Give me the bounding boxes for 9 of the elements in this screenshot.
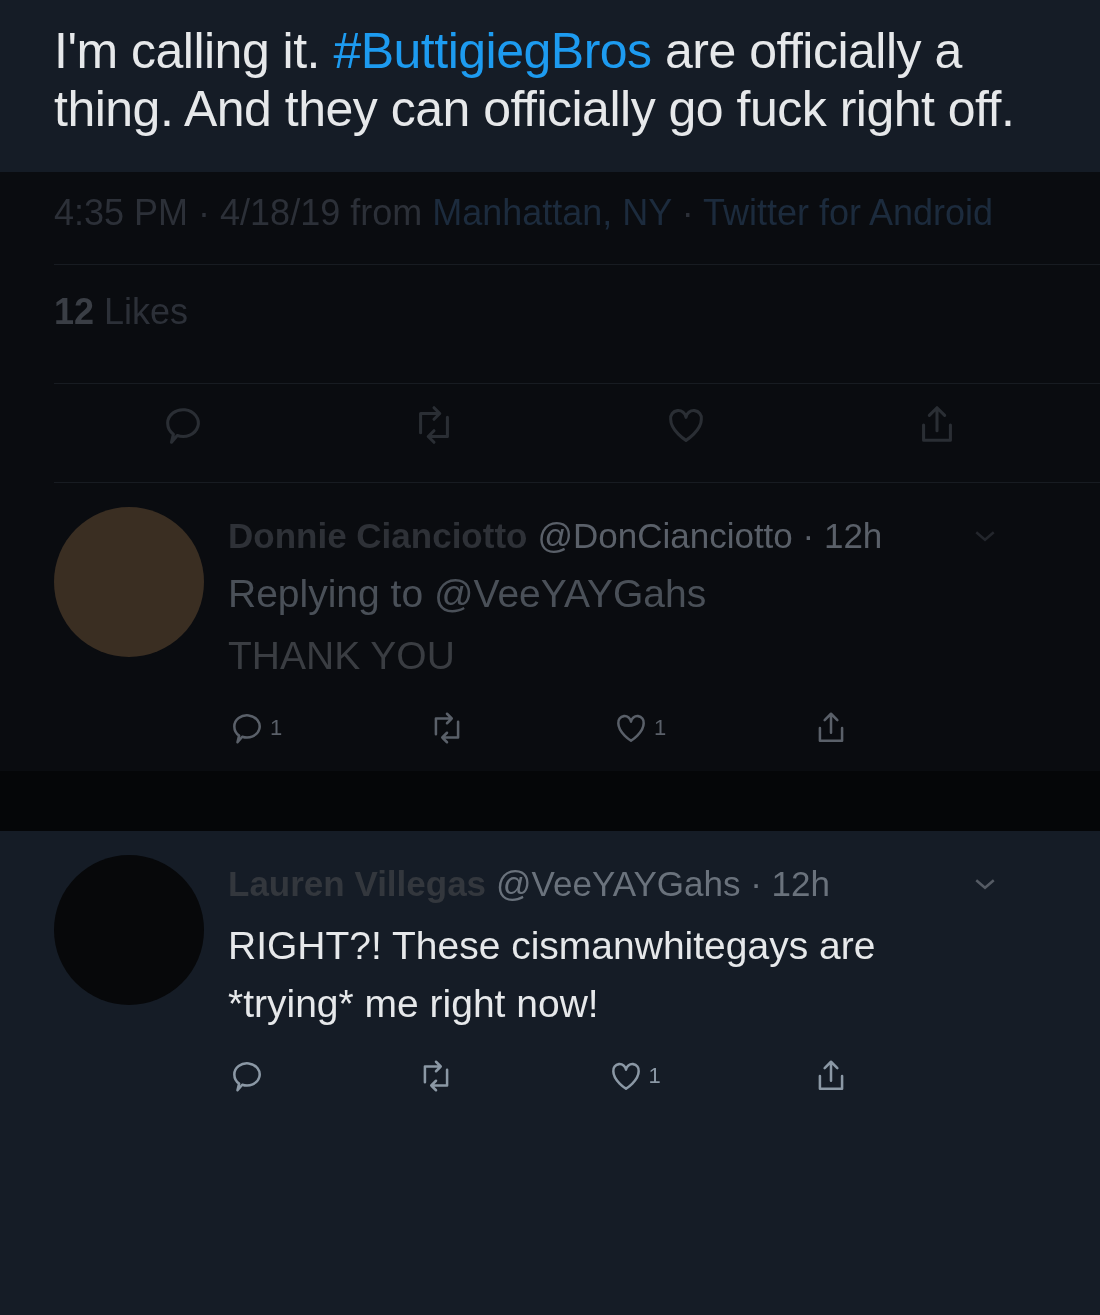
handle-time: @DonCianciotto · 12h [537, 515, 883, 557]
tweet-text: I'm calling it. #ButtigiegBros are officially a thing. And they can officially go fuck right off. [53, 22, 1016, 138]
handle-time: @VeeYAYGahs · 12h [496, 863, 830, 905]
reply-text: RIGHT?! These cismanwhitegays are *trying* me right now! [228, 923, 877, 1027]
like-count: 1 [653, 714, 667, 742]
replying-to: Replying to @VeeYAYGahs [228, 571, 708, 617]
like-count: 1 [648, 1062, 661, 1090]
reply-count: 1 [270, 714, 283, 742]
hashtag-link[interactable]: #ButtigiegBros [333, 23, 652, 79]
